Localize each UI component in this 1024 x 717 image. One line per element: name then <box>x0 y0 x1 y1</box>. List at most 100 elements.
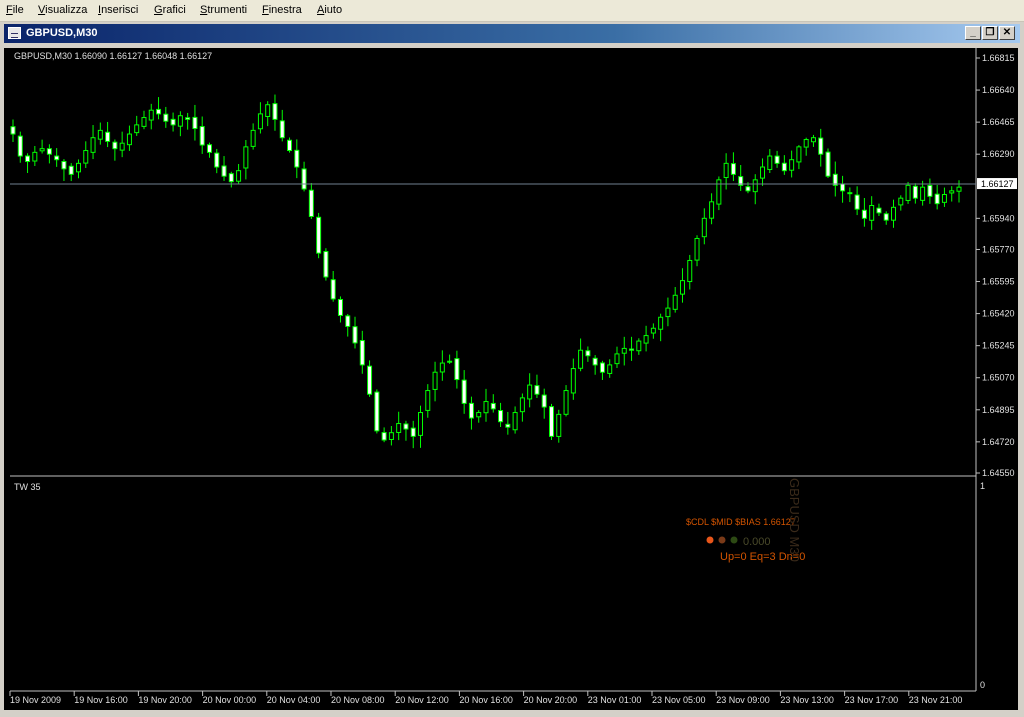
candle-body-bull <box>687 259 693 283</box>
candle-body-bear <box>359 340 365 366</box>
indicator-dot-3 <box>730 536 738 544</box>
candle-body-bull <box>949 190 955 194</box>
candle-body-bull <box>760 166 766 179</box>
candle-body-bull <box>789 159 795 171</box>
candle-body-bull <box>636 340 642 352</box>
candle-body-bull <box>767 155 773 170</box>
candle-body-bear <box>294 149 300 168</box>
candle-body-bull <box>709 201 715 219</box>
candle-body-bull <box>425 390 431 411</box>
candle-body-bull <box>483 401 489 414</box>
candle-body-bear <box>228 173 234 183</box>
candle-body-bear <box>818 137 824 155</box>
candle-body-bear <box>592 357 598 366</box>
time-tick-label: 23 Nov 01:00 <box>588 695 642 705</box>
candle-body-bull <box>701 217 707 238</box>
candle-body-bull <box>75 162 81 173</box>
menu-strumenti[interactable]: Strumenti <box>200 4 247 16</box>
restore-button[interactable]: ❐ <box>982 26 998 40</box>
indicator-cdl-mid-bias: $CDL $MID $BIAS 1.66127 <box>686 517 796 527</box>
candle-body-bear <box>105 131 111 142</box>
time-tick-label: 23 Nov 17:00 <box>845 695 899 705</box>
candle-body-bull <box>905 184 911 201</box>
candle-body-bear <box>156 108 162 115</box>
candle-body-bull <box>519 397 525 413</box>
candle-body-bull <box>607 364 613 374</box>
window-title: GBPUSD,M30 <box>26 27 98 39</box>
time-tick-label: 23 Nov 09:00 <box>716 695 770 705</box>
candle-body-bull <box>621 347 627 354</box>
candle-body-bear <box>534 385 540 395</box>
candle-body-bull <box>563 390 569 415</box>
candle-body-bear <box>498 410 504 423</box>
candle-body-bull <box>665 307 671 318</box>
menu-finestra[interactable]: Finestra <box>262 4 302 16</box>
candle-body-bear <box>468 402 474 419</box>
candle-body-bull <box>126 133 132 146</box>
indicator-scale-top: 1 <box>980 481 985 491</box>
candle-body-bear <box>25 155 31 163</box>
indicator-dot-1 <box>706 536 714 544</box>
candle-body-bear <box>68 165 74 175</box>
price-tick-label: 1.66465 <box>982 117 1015 127</box>
candle-body-bear <box>221 165 227 177</box>
candle-body-bear <box>840 183 846 192</box>
candle-body-bear <box>774 155 780 164</box>
time-tick-label: 20 Nov 16:00 <box>459 695 513 705</box>
candle-body-bear <box>541 394 547 408</box>
time-tick-label: 19 Nov 20:00 <box>138 695 192 705</box>
candle-body-bear <box>461 379 467 404</box>
candle-body-bull <box>39 148 45 152</box>
candle-body-bull <box>556 413 562 437</box>
candle-body-bear <box>883 213 889 221</box>
candle-body-bull <box>141 117 147 127</box>
time-axis: 19 Nov 2009 19 Nov 16:00 19 Nov 20:00 20 No… <box>9 691 962 705</box>
candle-body-bull <box>257 113 263 130</box>
candle-body-bear <box>381 432 387 441</box>
minimize-button[interactable]: _ <box>965 26 981 40</box>
candle-body-bull <box>920 186 926 201</box>
indicator-dot-2 <box>718 536 726 544</box>
candle-body-bear <box>61 160 67 170</box>
candle-body-bull <box>177 115 183 127</box>
candle-body-bear <box>912 185 918 199</box>
candle-body-bear <box>403 423 409 430</box>
candle-body-bear <box>170 118 176 126</box>
candle-body-bull <box>250 129 256 147</box>
candle-body-bear <box>730 163 736 175</box>
indicator-scale-bottom: 0 <box>980 680 985 690</box>
candle-body-bear <box>927 184 933 197</box>
menu-visualizza[interactable]: Visualizza <box>38 4 87 16</box>
candle-body-bull <box>716 179 722 205</box>
time-tick-label: 23 Nov 05:00 <box>652 695 706 705</box>
candle-body-bull <box>614 353 620 365</box>
candle-body-bear <box>337 298 343 316</box>
price-tick-label: 1.65245 <box>982 341 1015 351</box>
menu-inserisci[interactable]: Inserisci <box>98 4 138 16</box>
window-titlebar[interactable]: GBPUSD,M30 _ ❐ ✕ <box>4 24 1020 43</box>
candle-body-bear <box>279 120 285 139</box>
time-tick-label: 23 Nov 13:00 <box>780 695 834 705</box>
candle-body-bear <box>367 365 373 395</box>
time-tick-label: 20 Nov 20:00 <box>524 695 578 705</box>
price-tick-label: 1.64550 <box>982 468 1015 478</box>
candle-body-bull <box>512 412 518 431</box>
close-button[interactable]: ✕ <box>999 26 1015 40</box>
candle-body-bear <box>214 152 220 168</box>
chart-window-icon <box>8 27 21 39</box>
menu-grafici[interactable]: Grafici <box>154 4 186 16</box>
current-price-label: 1.66127 <box>981 179 1014 189</box>
menu-bar: File Visualizza Inserisci Grafici Strume… <box>0 0 1024 22</box>
price-chart[interactable]: GBPUSD,M30 1.66090 1.66127 1.66048 1.661… <box>4 48 1018 710</box>
chart-area[interactable]: GBPUSD,M30 1.66090 1.66127 1.66048 1.661… <box>4 48 1018 710</box>
time-tick-label: 19 Nov 16:00 <box>74 695 128 705</box>
candle-body-bull <box>418 412 424 436</box>
candle-body-bull <box>97 129 103 140</box>
time-tick-label: 19 Nov 2009 <box>10 695 61 705</box>
menu-aiuto[interactable]: Aiuto <box>317 4 342 16</box>
candle-body-bull <box>643 335 649 344</box>
menu-file[interactable]: File <box>6 4 24 16</box>
candle-body-bear <box>192 116 198 130</box>
candle-body-bull <box>265 104 271 117</box>
candle-body-bear <box>163 113 169 122</box>
